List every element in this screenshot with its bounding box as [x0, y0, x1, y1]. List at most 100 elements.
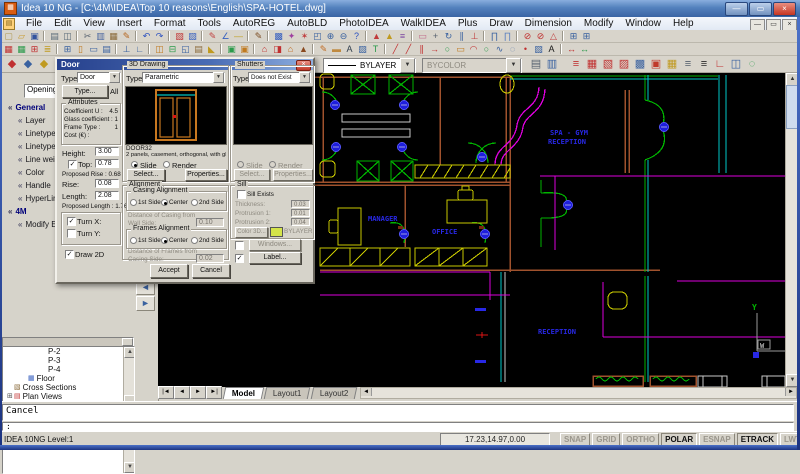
label-button[interactable]: Label...: [249, 252, 301, 264]
help-icon[interactable]: ?: [350, 30, 363, 42]
print-preview-icon[interactable]: ◫: [61, 30, 74, 42]
layer-up-icon[interactable]: ▲: [370, 30, 383, 42]
beam-section-icon[interactable]: ∏: [488, 30, 501, 42]
tree-item[interactable]: P-4: [3, 365, 134, 374]
scrollbar-thumb[interactable]: [122, 338, 133, 346]
3d-type-combo[interactable]: Parametric ▼: [142, 72, 225, 83]
scroll-down-icon[interactable]: ▼: [124, 462, 135, 473]
height-field[interactable]: 3.00: [95, 147, 119, 156]
turn-x-checkbox[interactable]: ✓: [67, 217, 76, 226]
section-grid-icon[interactable]: ⊞: [567, 30, 580, 42]
frames-center-radio[interactable]: [161, 237, 168, 244]
layer-freeze-icon[interactable]: ▩: [632, 57, 648, 71]
menu-item[interactable]: AutoREG: [227, 18, 281, 29]
column-tool-icon[interactable]: ▯: [74, 43, 87, 55]
menu-item[interactable]: File: [20, 18, 48, 29]
linetype-control-icon[interactable]: ≡: [680, 57, 696, 71]
ramp-tool-icon[interactable]: ◣: [205, 43, 218, 55]
top-checkbox[interactable]: ✓: [68, 160, 77, 169]
polyline-edit-icon[interactable]: —: [232, 30, 245, 42]
menu-item[interactable]: Plus: [452, 18, 483, 29]
rise-field[interactable]: 0.08: [95, 179, 119, 188]
top-field[interactable]: 0.78: [95, 159, 119, 168]
sun-view-icon[interactable]: ◆: [36, 57, 52, 71]
match-properties-icon[interactable]: ✦: [285, 30, 298, 42]
no-entry2-icon[interactable]: ⊘: [534, 30, 547, 42]
lineweight-control-icon[interactable]: ≡: [696, 57, 712, 71]
print-icon[interactable]: ▤: [48, 30, 61, 42]
layers-panel-icon[interactable]: ≡: [568, 57, 584, 71]
slide-radio[interactable]: [131, 161, 138, 168]
command-history[interactable]: Cancel: [2, 404, 794, 421]
door-type-combo[interactable]: Door ▼: [77, 72, 121, 83]
line2-tool-icon[interactable]: ╱: [402, 43, 415, 55]
type-button[interactable]: Type...: [62, 85, 108, 98]
layer-warn-icon[interactable]: ▲: [383, 30, 396, 42]
point-tool-icon[interactable]: •: [519, 43, 532, 55]
chimney-tool-icon[interactable]: ▲: [297, 43, 310, 55]
chevron-down-icon[interactable]: ▼: [299, 72, 310, 83]
house-tool-icon[interactable]: ⌂: [284, 43, 297, 55]
trim-icon[interactable]: ⊥: [468, 30, 481, 42]
pen-tool-icon[interactable]: ✎: [317, 43, 330, 55]
revcloud-tool-icon[interactable]: ◌: [506, 43, 519, 55]
layer-list-icon[interactable]: ≡: [396, 30, 409, 42]
frames-2nd-radio[interactable]: [191, 237, 198, 244]
ucs-tool-icon[interactable]: ∟: [712, 57, 728, 71]
menu-item[interactable]: View: [77, 18, 111, 29]
erase-icon[interactable]: ▭: [416, 30, 429, 42]
render-view-icon[interactable]: ◆: [20, 57, 36, 71]
scroll-up-icon[interactable]: ▲: [124, 347, 135, 358]
chevron-down-icon[interactable]: ▼: [213, 72, 224, 83]
wall-tool-icon[interactable]: ▦: [2, 43, 15, 55]
sill-exists-checkbox[interactable]: ✓: [237, 190, 246, 199]
no-entry-icon[interactable]: ⊘: [521, 30, 534, 42]
triangle-tool-icon[interactable]: △: [547, 30, 560, 42]
door-tool-icon[interactable]: ◫: [153, 43, 166, 55]
slab-tool-icon[interactable]: ▤: [100, 43, 113, 55]
measure-angle-icon[interactable]: ∠: [219, 30, 232, 42]
plot-icon[interactable]: ▤: [528, 57, 544, 71]
tree-item[interactable]: ▧Cross Sections: [3, 383, 134, 392]
layout-tab[interactable]: Model: [223, 387, 265, 399]
rotate-icon[interactable]: ↻: [442, 30, 455, 42]
scroll-right-icon[interactable]: ►: [785, 388, 796, 396]
corner-tool-icon[interactable]: ∟: [133, 43, 146, 55]
chevron-down-icon[interactable]: ▼: [400, 58, 415, 73]
windows-checkbox[interactable]: ✓: [235, 241, 244, 250]
make-layer-icon[interactable]: ▧: [600, 57, 616, 71]
command-input[interactable]: :: [2, 422, 794, 431]
rect2-tool-icon[interactable]: ▭: [454, 43, 467, 55]
menu-item[interactable]: AutoBLD: [281, 18, 333, 29]
circle-tool-icon[interactable]: ○: [480, 43, 493, 55]
zoom-window-icon[interactable]: ◰: [311, 30, 324, 42]
undo-icon[interactable]: ↶: [140, 30, 153, 42]
zoom-in-icon[interactable]: ⊕: [324, 30, 337, 42]
hatch-tool-icon[interactable]: ▨: [356, 43, 369, 55]
menu-item[interactable]: Edit: [48, 18, 77, 29]
canvas-hscrollbar[interactable]: ◄ ►: [360, 387, 797, 399]
section-grid2-icon[interactable]: ⊞: [580, 30, 593, 42]
render-radio[interactable]: [163, 161, 170, 168]
regen-icon[interactable]: ✶: [298, 30, 311, 42]
minimize-button[interactable]: —: [725, 2, 748, 16]
sketch-icon[interactable]: ✎: [252, 30, 265, 42]
offset-icon[interactable]: ∥: [455, 30, 468, 42]
layer-off-icon[interactable]: ▨: [616, 57, 632, 71]
publish-icon[interactable]: ▥: [544, 57, 560, 71]
orbit-tool-icon[interactable]: ◌: [744, 57, 760, 71]
menu-item[interactable]: Tools: [192, 18, 227, 29]
pen-edit-icon[interactable]: ✎: [206, 30, 219, 42]
properties-button[interactable]: Properties...: [185, 169, 227, 181]
format-painter-icon[interactable]: ✎: [120, 30, 133, 42]
tree-item[interactable]: ⊞▤Plan Views: [3, 392, 134, 401]
roof-tool-icon[interactable]: ⌂: [258, 43, 271, 55]
expand-icon[interactable]: ⊞: [7, 392, 14, 401]
arc-tool-icon[interactable]: ◠: [467, 43, 480, 55]
layout-tab[interactable]: Layout1: [264, 387, 311, 399]
polygon-tool-icon[interactable]: ○: [441, 43, 454, 55]
redo-icon[interactable]: ↷: [153, 30, 166, 42]
open-file-icon[interactable]: ▱: [15, 30, 28, 42]
layer-lock-icon[interactable]: ▣: [648, 57, 664, 71]
properties-icon[interactable]: ▩: [272, 30, 285, 42]
